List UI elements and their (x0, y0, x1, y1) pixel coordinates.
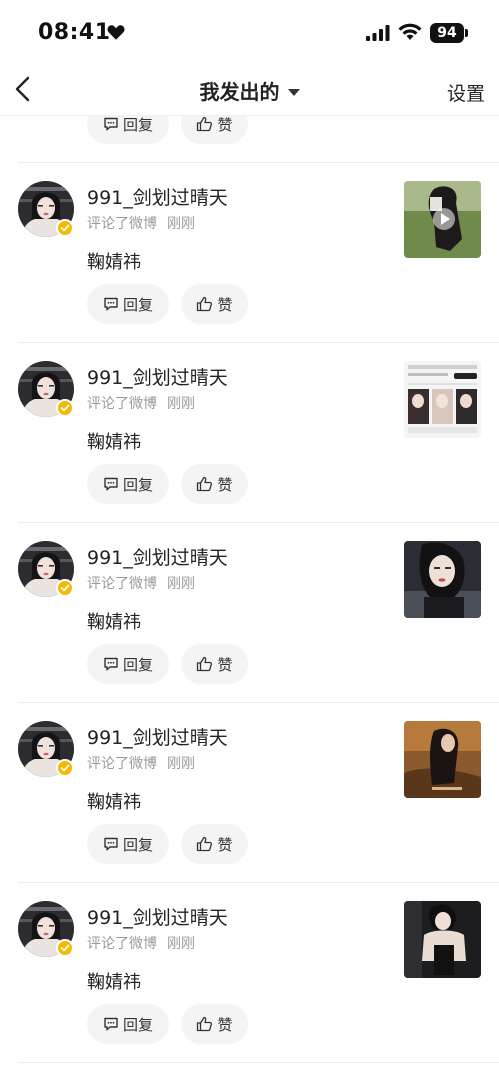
settings-button[interactable]: 设置 (447, 79, 485, 106)
comment-item: 991_剑划过晴天 评论了微博刚刚 鞠婧祎 回复 赞 (0, 523, 499, 703)
comment-text[interactable]: 鞠婧祎 (87, 248, 141, 274)
reply-label: 回复 (122, 835, 153, 854)
username[interactable]: 991_剑划过晴天 (87, 543, 228, 570)
comment-text[interactable]: 鞠婧祎 (87, 608, 141, 634)
battery-cap (465, 29, 468, 37)
comment-meta: 评论了微博 刚刚 (87, 393, 195, 413)
battery-level: 94 (430, 23, 464, 43)
like-button[interactable]: 赞 (181, 1004, 248, 1044)
comment-meta: 评论了微博 刚刚 (87, 213, 195, 233)
timestamp: 刚刚 (167, 396, 195, 412)
comment-list: 991_剑划过晴天 评论了微博刚刚 鞠婧祎 回复 赞 (0, 116, 499, 1063)
thumbs-up-icon (197, 476, 213, 492)
thumbs-up-icon (197, 1016, 213, 1032)
action-text: 评论了微博 (87, 756, 157, 772)
username[interactable]: 991_剑划过晴天 (87, 903, 228, 930)
reply-bubble-icon (104, 657, 118, 671)
comment-item: 991_剑划过晴天 评论了微博刚刚 鞠婧祎 回复 赞 (0, 703, 499, 883)
verified-badge-icon (56, 939, 74, 957)
reply-label: 回复 (122, 1015, 153, 1034)
comment-item: 991_剑划过晴天 评论了微博刚刚 鞠婧祎 回复 赞 (0, 116, 499, 163)
reply-label: 回复 (122, 116, 153, 134)
reply-bubble-icon (104, 117, 118, 131)
verified-badge-icon (56, 759, 74, 777)
reply-bubble-icon (104, 477, 118, 491)
caret-down-icon (287, 89, 300, 96)
photo-thumbnail[interactable] (404, 721, 481, 798)
reply-bubble-icon (104, 297, 118, 311)
thumbs-up-icon (197, 296, 213, 312)
cellular-signal-icon (366, 25, 390, 41)
reply-button[interactable]: 回复 (87, 1004, 169, 1044)
reply-label: 回复 (122, 475, 153, 494)
status-bar: 08:41 94 (0, 0, 499, 66)
comment-text[interactable]: 鞠婧祎 (87, 788, 141, 814)
action-text: 评论了微博 (87, 936, 157, 952)
verified-badge-icon (56, 399, 74, 417)
action-text: 评论了微博 (87, 396, 157, 412)
username[interactable]: 991_剑划过晴天 (87, 363, 228, 390)
comment-item: 991_剑划过晴天 评论了微博刚刚 鞠婧祎 回复 赞 (0, 343, 499, 523)
like-button[interactable]: 赞 (181, 824, 248, 864)
screenshot-thumbnail[interactable] (404, 361, 481, 438)
page-title: 我发出的 (199, 80, 280, 104)
heart-icon (107, 25, 125, 40)
comment-meta: 评论了微博 刚刚 (87, 753, 195, 773)
video-thumbnail[interactable] (404, 181, 481, 258)
portrait-thumbnail[interactable] (404, 541, 481, 618)
comment-meta: 评论了微博 刚刚 (87, 933, 195, 953)
like-label: 赞 (217, 1015, 233, 1034)
like-label: 赞 (217, 116, 233, 134)
action-text: 评论了微博 (87, 576, 157, 592)
like-button[interactable]: 赞 (181, 644, 248, 684)
timestamp: 刚刚 (167, 576, 195, 592)
reply-button[interactable]: 回复 (87, 644, 169, 684)
comment-item: 991_剑划过晴天 评论了微博刚刚 鞠婧祎 回复 赞 (0, 163, 499, 343)
username[interactable]: 991_剑划过晴天 (87, 723, 228, 750)
thumbs-up-icon (197, 656, 213, 672)
action-text: 评论了微博 (87, 216, 157, 232)
like-button[interactable]: 赞 (181, 116, 248, 144)
divider (18, 1062, 499, 1063)
like-label: 赞 (217, 835, 233, 854)
reply-bubble-icon (104, 837, 118, 851)
timestamp: 刚刚 (167, 756, 195, 772)
wifi-icon (398, 23, 422, 40)
reply-button[interactable]: 回复 (87, 284, 169, 324)
comment-feed[interactable]: 991_剑划过晴天 评论了微博刚刚 鞠婧祎 回复 赞 (0, 116, 499, 1080)
timestamp: 刚刚 (167, 936, 195, 952)
comment-item: 991_剑划过晴天 评论了微博刚刚 鞠婧祎 回复 赞 (0, 883, 499, 1063)
comment-meta: 评论了微博 刚刚 (87, 573, 195, 593)
comment-text[interactable]: 鞠婧祎 (87, 968, 141, 994)
like-button[interactable]: 赞 (181, 464, 248, 504)
like-label: 赞 (217, 475, 233, 494)
like-button[interactable]: 赞 (181, 284, 248, 324)
like-label: 赞 (217, 655, 233, 674)
nav-bar: 我发出的 设置 (0, 66, 499, 116)
verified-badge-icon (56, 579, 74, 597)
reply-label: 回复 (122, 295, 153, 314)
verified-badge-icon (56, 219, 74, 237)
fashion-thumbnail[interactable] (404, 901, 481, 978)
like-label: 赞 (217, 295, 233, 314)
username[interactable]: 991_剑划过晴天 (87, 183, 228, 210)
thumbs-up-icon (197, 836, 213, 852)
nav-title-dropdown[interactable]: 我发出的 (0, 76, 499, 105)
status-time: 08:41 (38, 20, 111, 45)
timestamp: 刚刚 (167, 216, 195, 232)
reply-label: 回复 (122, 655, 153, 674)
comment-text[interactable]: 鞠婧祎 (87, 428, 141, 454)
thumbs-up-icon (197, 116, 213, 132)
reply-button[interactable]: 回复 (87, 464, 169, 504)
reply-bubble-icon (104, 1017, 118, 1031)
reply-button[interactable]: 回复 (87, 824, 169, 864)
reply-button[interactable]: 回复 (87, 116, 169, 144)
